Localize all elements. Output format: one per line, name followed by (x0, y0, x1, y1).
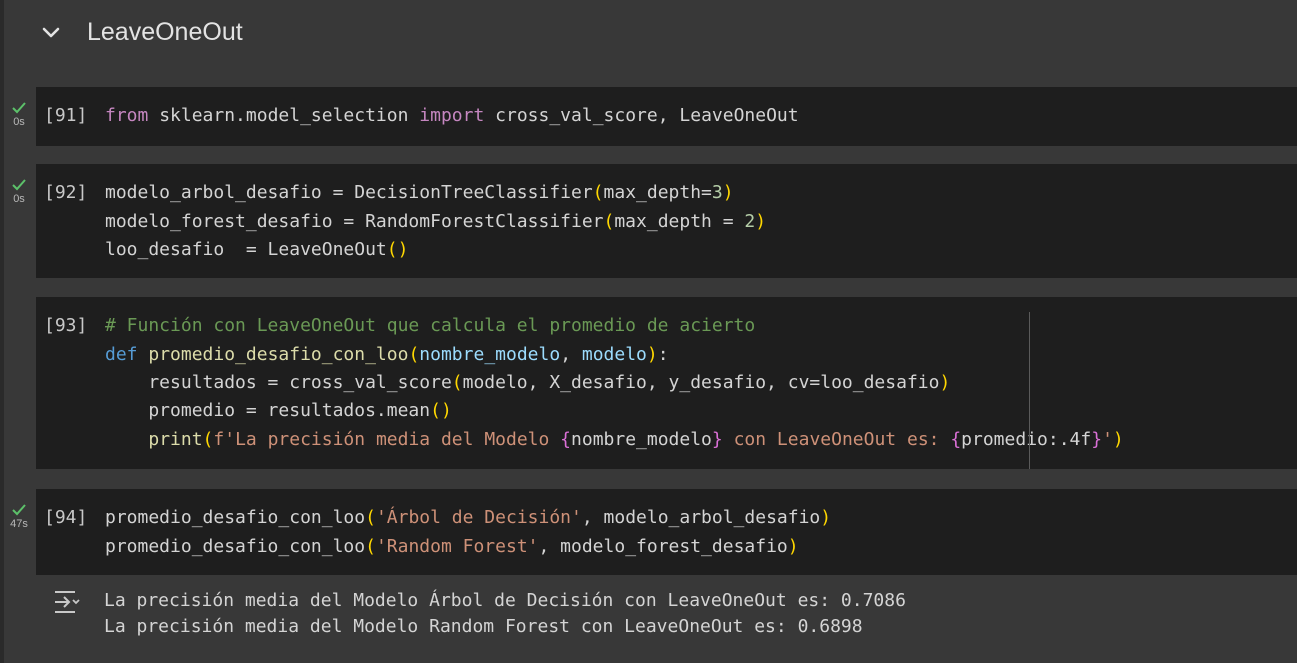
check-icon (12, 179, 26, 191)
code-cell[interactable]: [93] # Función con LeaveOneOut que calcu… (36, 297, 1297, 469)
check-icon (12, 504, 26, 516)
output-toggle-icon[interactable] (52, 588, 82, 616)
output-line: La precisión media del Modelo Árbol de D… (104, 590, 906, 611)
vertical-ruler (1029, 312, 1030, 469)
cell-status: 47s (4, 503, 34, 530)
code-line: # Función con LeaveOneOut que calcula el… (105, 315, 756, 336)
cell-status: 0s (4, 178, 34, 205)
code-line: modelo_forest_desafio = RandomForestClas… (105, 211, 767, 232)
code-line: resultados = cross_val_score(modelo, X_d… (105, 372, 951, 393)
execution-count: [94] (44, 507, 88, 528)
section-title: LeaveOneOut (87, 18, 243, 46)
execution-time: 0s (13, 193, 25, 205)
execution-count: [93] (44, 315, 88, 336)
section-header[interactable]: LeaveOneOut (0, 0, 1297, 66)
code-line: promedio_desafio_con_loo('Random Forest'… (105, 536, 799, 557)
code-line: from sklearn.model_selection import cros… (105, 105, 799, 126)
execution-count: [91] (44, 105, 88, 126)
cell-output: La precisión media del Modelo Árbol de D… (36, 578, 1297, 663)
execution-time: 0s (13, 116, 25, 128)
cell-status: 0s (4, 101, 34, 128)
code-line: promedio = resultados.mean() (105, 400, 452, 421)
left-strip (0, 0, 4, 663)
code-cell[interactable]: [91] from sklearn.model_selection import… (36, 87, 1297, 146)
chevron-down-icon[interactable] (40, 22, 62, 44)
output-line: La precisión media del Modelo Random For… (104, 616, 863, 637)
code-line: def promedio_desafio_con_loo(nombre_mode… (105, 344, 669, 365)
code-cell[interactable]: [92] modelo_arbol_desafio = DecisionTree… (36, 164, 1297, 278)
code-line: modelo_arbol_desafio = DecisionTreeClass… (105, 182, 734, 203)
code-line: loo_desafio = LeaveOneOut() (105, 239, 409, 260)
code-cell[interactable]: [94] promedio_desafio_con_loo('Árbol de … (36, 489, 1297, 575)
execution-count: [92] (44, 182, 88, 203)
execution-time: 47s (10, 518, 28, 530)
code-line: print(f'La precisión media del Modelo {n… (148, 429, 1124, 450)
check-icon (12, 102, 26, 114)
code-line: promedio_desafio_con_loo('Árbol de Decis… (105, 507, 832, 528)
